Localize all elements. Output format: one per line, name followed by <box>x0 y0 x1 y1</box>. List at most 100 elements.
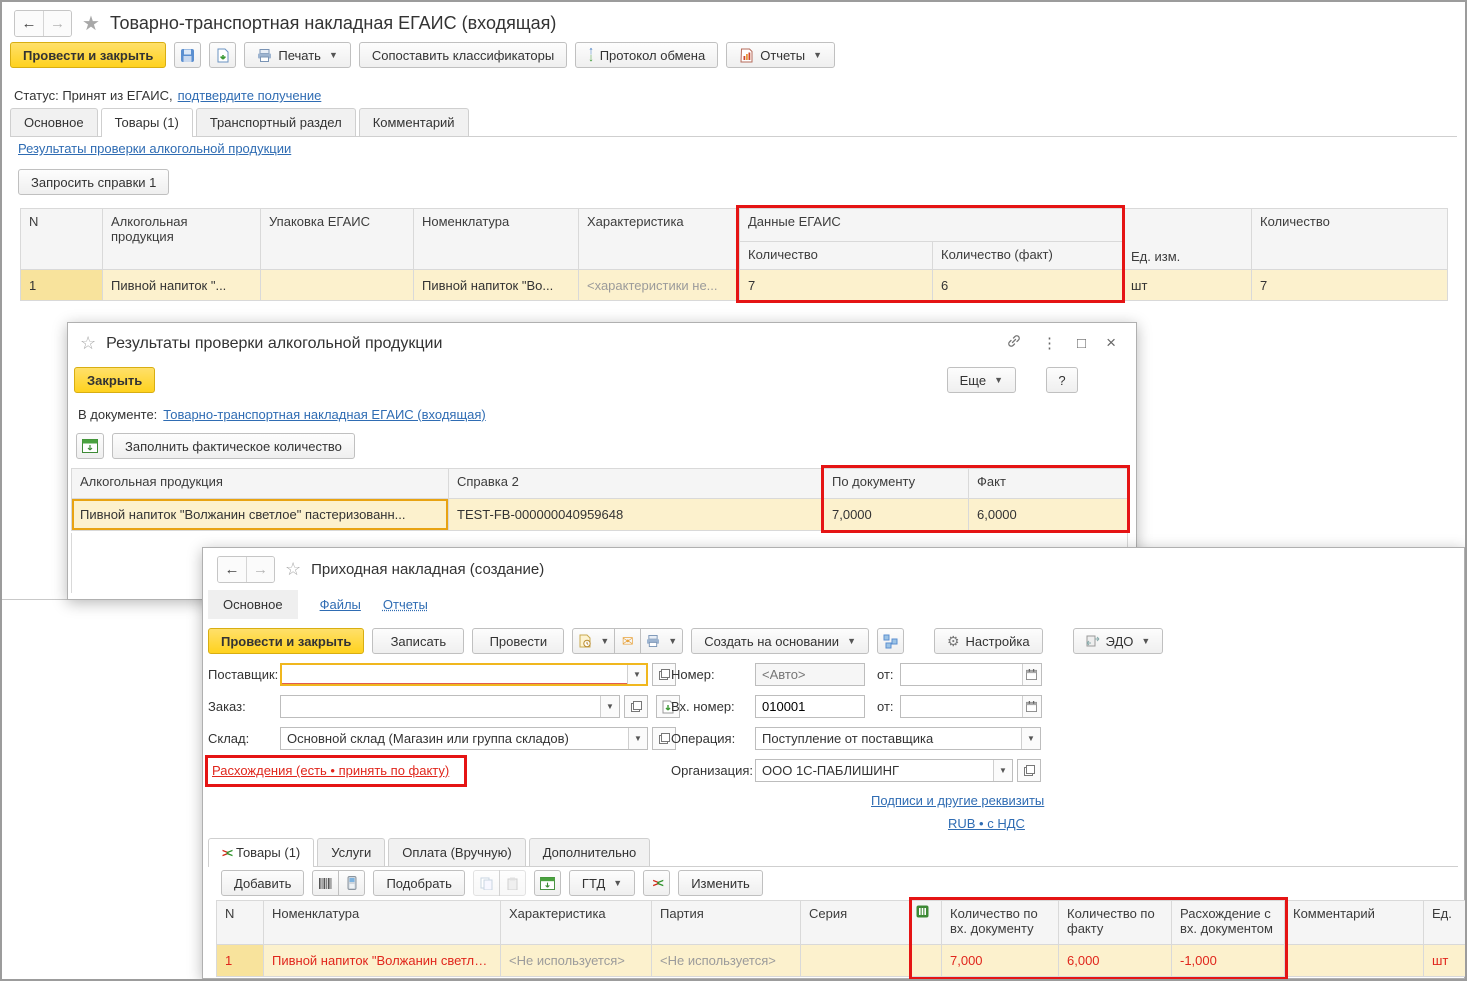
cell-characteristic[interactable]: <Не используется> <box>500 944 652 977</box>
in-document-link[interactable]: Товарно-транспортная накладная ЕГАИС (вх… <box>163 407 485 422</box>
tab-comment[interactable]: Комментарий <box>358 108 469 136</box>
calendar-icon[interactable] <box>1021 696 1041 717</box>
get-link-icon[interactable] <box>1000 333 1028 353</box>
col-egais-qty-fact[interactable]: Количество (факт) <box>931 241 1124 270</box>
cell-n[interactable]: 1 <box>20 269 103 301</box>
date-field[interactable] <box>899 695 1042 718</box>
cell-characteristic[interactable]: <характеристики не... <box>578 269 740 301</box>
col-n[interactable]: N <box>216 900 264 945</box>
cell-nomenclature[interactable]: Пивной напиток "Волжанин светло... <box>263 944 501 977</box>
kebab-menu-icon[interactable]: ⋮ <box>1036 334 1063 352</box>
dialog-close-button[interactable]: Закрыть <box>74 367 156 393</box>
col-comment[interactable]: Комментарий <box>1284 900 1424 945</box>
settings-button[interactable]: ⚙ Настройка <box>933 628 1043 654</box>
create-file-button[interactable]: ▼ <box>572 628 616 654</box>
cell-fact[interactable]: 6,0000 <box>968 498 1129 531</box>
cell-alco-product[interactable]: Пивной напиток "Волжанин светлое" пастер… <box>71 498 449 531</box>
create-based-on-button[interactable]: Создать на основании ▼ <box>691 628 869 654</box>
tab-goods[interactable]: Товары (1) <box>100 108 193 137</box>
table-row[interactable]: Пивной напиток "Волжанин светлое" пастер… <box>71 498 1129 531</box>
paste-rows-button[interactable] <box>498 870 526 896</box>
cell-marking[interactable] <box>911 944 942 977</box>
cell-series[interactable] <box>800 944 912 977</box>
tab-additional[interactable]: Дополнительно <box>528 838 651 866</box>
match-classifiers-button[interactable]: Сопоставить классификаторы <box>358 42 568 68</box>
in-number-field[interactable] <box>755 695 944 718</box>
dropdown-arrow-icon[interactable]: ▼ <box>628 728 647 749</box>
col-characteristic[interactable]: Характеристика <box>500 900 652 945</box>
cell-nomenclature[interactable]: Пивной напиток "Во... <box>413 269 579 301</box>
organization-field[interactable]: ООО 1С-ПАБЛИШИНГ ▼ <box>755 759 1013 782</box>
order-open-button[interactable] <box>624 695 648 718</box>
cell-diff[interactable]: -1,000 <box>1171 944 1285 977</box>
data-terminal-button[interactable] <box>338 870 366 896</box>
maximize-icon[interactable]: □ <box>1071 335 1092 352</box>
cell-qty-by-doc[interactable]: 7,000 <box>941 944 1059 977</box>
dropdown-arrow-icon[interactable]: ▼ <box>600 696 619 717</box>
cell-quantity[interactable]: 7 <box>1251 269 1449 301</box>
barcode-button[interactable] <box>312 870 340 896</box>
send-mail-button[interactable]: ✉ <box>614 628 642 654</box>
col-group-egais-data[interactable]: Данные ЕГАИС <box>738 208 1124 242</box>
cell-unit[interactable]: шт <box>1122 269 1253 301</box>
cell-comment[interactable] <box>1284 944 1424 977</box>
post-button[interactable]: Провести <box>472 628 565 654</box>
print-button[interactable]: Печать ▼ <box>244 42 351 68</box>
cell-by-document[interactable]: 7,0000 <box>823 498 969 531</box>
tab-payment[interactable]: Оплата (Вручную) <box>388 838 526 866</box>
cell-cert2[interactable]: TEST-FB-000000040959648 <box>448 498 824 531</box>
back-button[interactable]: ← <box>218 557 246 582</box>
order-field[interactable]: ▼ <box>280 695 620 718</box>
print-button[interactable]: ▼ <box>640 628 684 654</box>
confirm-receipt-link[interactable]: подтвердите получение <box>178 88 322 103</box>
dropdown-arrow-icon[interactable]: ▼ <box>627 665 646 684</box>
post-and-close-button[interactable]: Провести и закрыть <box>10 42 167 68</box>
col-series[interactable]: Серия <box>800 900 912 945</box>
request-certs-button[interactable]: Запросить справки 1 <box>18 169 170 195</box>
col-batch[interactable]: Партия <box>651 900 801 945</box>
signatures-link[interactable]: Подписи и другие реквизиты <box>871 793 1044 808</box>
pagetab-files[interactable]: Файлы <box>320 597 361 612</box>
tab-services[interactable]: Услуги <box>317 838 386 866</box>
cell-alco-product[interactable]: Пивной напиток "... <box>102 269 261 301</box>
back-button[interactable]: ← <box>15 11 43 36</box>
cell-egais-pack[interactable] <box>260 269 414 301</box>
date-field[interactable] <box>899 663 1042 686</box>
tab-main[interactable]: Основное <box>10 108 98 136</box>
table-row[interactable]: 1 Пивной напиток "... Пивной напиток "Во… <box>20 269 1449 301</box>
operation-field[interactable]: Поступление от поставщика ▼ <box>755 727 1041 750</box>
number-field[interactable] <box>755 663 944 686</box>
col-qty-fact[interactable]: Количество по факту <box>1058 900 1172 945</box>
col-unit[interactable]: Ед. <box>1423 900 1465 945</box>
col-qty-by-doc[interactable]: Количество по вх. документу <box>941 900 1059 945</box>
fill-table-icon-button[interactable] <box>76 433 104 459</box>
save-button[interactable] <box>174 42 202 68</box>
col-alco-product[interactable]: Алкогольная продукция <box>71 468 449 499</box>
more-button[interactable]: Еще ▼ <box>946 367 1016 393</box>
col-nomenclature[interactable]: Номенклатура <box>263 900 501 945</box>
table-row[interactable]: 1 Пивной напиток "Волжанин светло... <Не… <box>216 944 1465 977</box>
pick-button[interactable]: Подобрать <box>373 870 465 896</box>
col-marking[interactable] <box>911 900 942 945</box>
dropdown-arrow-icon[interactable]: ▼ <box>993 760 1012 781</box>
forward-button[interactable]: → <box>246 557 274 582</box>
cell-egais-qty[interactable]: 7 <box>739 269 933 301</box>
save-button[interactable]: Записать <box>372 628 465 654</box>
cell-unit[interactable]: шт <box>1423 944 1465 977</box>
add-row-button[interactable]: Добавить <box>221 870 305 896</box>
cell-n[interactable]: 1 <box>216 944 264 977</box>
col-quantity[interactable]: Количество <box>1251 208 1449 270</box>
tab-goods[interactable]: >< Товары (1) <box>208 838 315 867</box>
calendar-icon[interactable] <box>1021 664 1041 685</box>
fill-fact-quantity-button[interactable]: Заполнить фактическое количество <box>112 433 355 459</box>
currency-link[interactable]: RUB • с НДС <box>948 816 1025 831</box>
edo-button[interactable]: ЭДО ▼ <box>1072 628 1164 654</box>
favorite-star-outline-icon[interactable]: ☆ <box>80 333 96 354</box>
tab-transport[interactable]: Транспортный раздел <box>195 108 356 136</box>
col-by-document[interactable]: По документу <box>823 468 969 499</box>
warehouse-field[interactable]: Основной склад (Магазин или группа склад… <box>280 727 648 750</box>
exchange-protocol-button[interactable]: ↑ ↓ Протокол обмена <box>575 42 719 68</box>
verification-results-link[interactable]: Результаты проверки алкогольной продукци… <box>18 141 291 156</box>
edit-row-button[interactable]: Изменить <box>678 870 763 896</box>
compare-button[interactable]: >< <box>643 870 671 896</box>
